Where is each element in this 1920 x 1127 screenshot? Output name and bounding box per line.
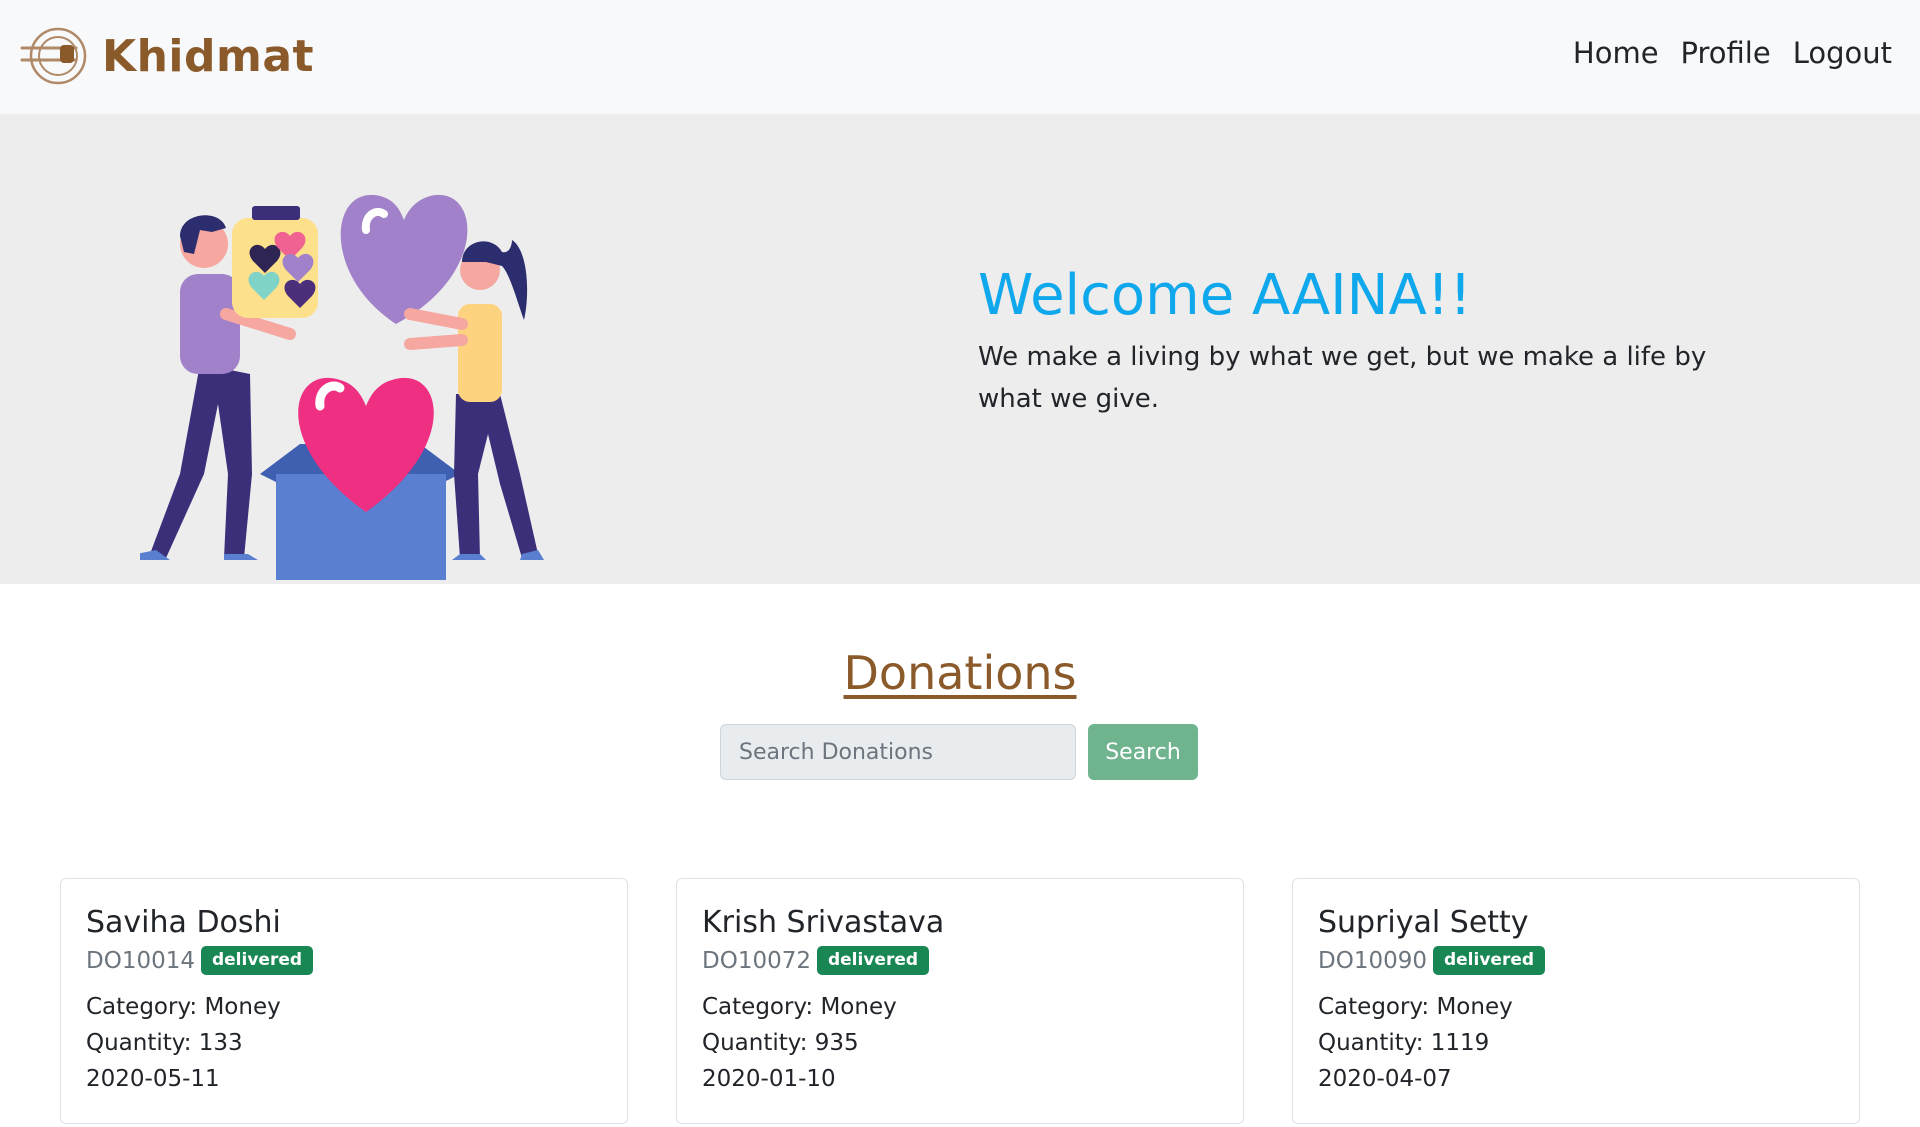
nav-logout-link[interactable]: Logout <box>1793 36 1892 70</box>
card-details: Category: Money Quantity: 935 2020-01-10 <box>702 989 1218 1097</box>
donation-category: Category: Money <box>1318 994 1513 1020</box>
donation-id: DO10072 <box>702 947 811 974</box>
search-form: Search <box>720 724 1198 780</box>
donor-name: Krish Srivastava <box>702 905 945 940</box>
welcome-title: Welcome AAINA!! <box>978 263 1472 328</box>
nav-links: Home Profile Logout <box>1573 36 1892 70</box>
card-subtitle: DO10090 delivered <box>1318 946 1834 975</box>
donation-date: 2020-05-11 <box>86 1066 220 1092</box>
brand-link[interactable]: Khidmat <box>20 26 314 86</box>
card-details: Category: Money Quantity: 133 2020-05-11 <box>86 989 602 1097</box>
donation-quantity: Quantity: 133 <box>86 1030 243 1056</box>
hero-quote: We make a living by what we get, but we … <box>978 342 1707 415</box>
purple-heart <box>340 194 468 324</box>
nav-home-link[interactable]: Home <box>1573 36 1659 70</box>
heart-jar <box>232 206 318 318</box>
donor-name: Saviha Doshi <box>86 905 281 940</box>
donation-id: DO10090 <box>1318 947 1427 974</box>
plate-cutlery-logo-icon <box>20 27 87 85</box>
hero-banner: Welcome AAINA!! We make a living by what… <box>0 114 1920 584</box>
donation-quantity: Quantity: 935 <box>702 1030 859 1056</box>
status-badge: delivered <box>200 946 314 975</box>
status-badge: delivered <box>816 946 930 975</box>
donation-date: 2020-04-07 <box>1318 1066 1452 1092</box>
donation-id: DO10014 <box>86 947 195 974</box>
gift-box <box>260 377 460 580</box>
donation-card[interactable]: Supriyal Setty DO10090 delivered Categor… <box>1292 878 1860 1124</box>
donation-card[interactable]: Krish Srivastava DO10072 delivered Categ… <box>676 878 1244 1124</box>
donation-category: Category: Money <box>86 994 281 1020</box>
donation-card[interactable]: Saviha Doshi DO10014 delivered Category:… <box>60 878 628 1124</box>
donation-category: Category: Money <box>702 994 897 1020</box>
search-input[interactable] <box>720 724 1076 780</box>
donation-quantity: Quantity: 1119 <box>1318 1030 1490 1056</box>
donation-cards: Saviha Doshi DO10014 delivered Category:… <box>60 878 1860 1124</box>
status-badge: delivered <box>1432 946 1546 975</box>
hero-text: Welcome AAINA!! We make a living by what… <box>978 263 1758 420</box>
donation-hearts-illustration <box>140 194 544 580</box>
brand-name: Khidmat <box>102 30 315 82</box>
card-subtitle: DO10014 delivered <box>86 946 602 975</box>
donor-name: Supriyal Setty <box>1318 905 1529 940</box>
navbar: Khidmat Home Profile Logout <box>0 0 1920 114</box>
card-details: Category: Money Quantity: 1119 2020-04-0… <box>1318 989 1834 1097</box>
card-subtitle: DO10072 delivered <box>702 946 1218 975</box>
donation-date: 2020-01-10 <box>702 1066 836 1092</box>
search-button[interactable]: Search <box>1088 724 1198 780</box>
nav-profile-link[interactable]: Profile <box>1681 36 1771 70</box>
donations-heading: Donations <box>843 646 1077 700</box>
